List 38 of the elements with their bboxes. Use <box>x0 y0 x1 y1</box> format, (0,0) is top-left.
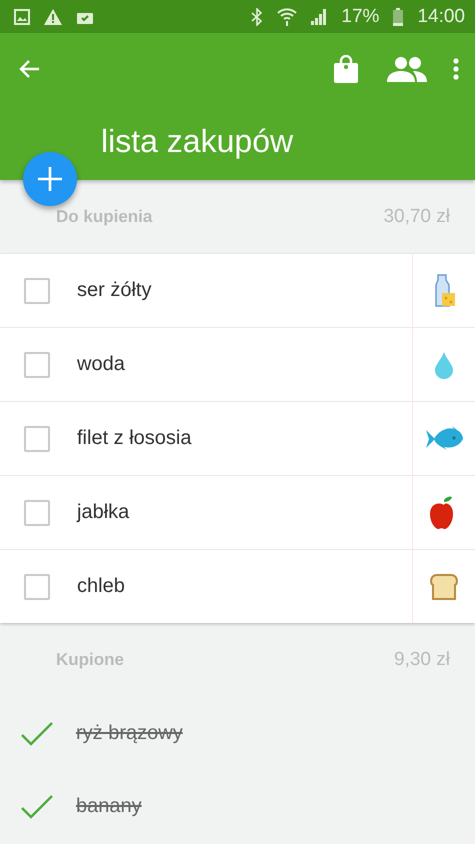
fish-icon <box>425 426 463 452</box>
plus-icon <box>37 166 63 192</box>
item-name: ser żółty <box>77 279 152 302</box>
checkbox[interactable] <box>24 574 50 600</box>
item-name: filet z łososia <box>77 427 192 450</box>
section-title: Kupione <box>56 650 124 670</box>
signal-icon <box>311 8 328 24</box>
section-total: 30,70 zł <box>383 206 450 228</box>
item-name: ryż brązowy <box>76 722 184 745</box>
checkmark-icon[interactable] <box>20 720 54 746</box>
checkbox[interactable] <box>24 426 50 452</box>
checkbox[interactable] <box>24 278 50 304</box>
warning-icon <box>44 8 62 24</box>
bread-icon <box>429 572 459 600</box>
people-icon <box>387 56 427 82</box>
checkbox[interactable] <box>24 352 50 378</box>
checkbox[interactable] <box>24 500 50 526</box>
wifi-icon <box>277 8 298 26</box>
item-name: woda <box>77 353 126 376</box>
item-name: chleb <box>77 575 126 598</box>
add-button[interactable] <box>23 152 77 206</box>
shopping-bag-icon <box>333 55 359 83</box>
item-name: banany <box>76 795 143 818</box>
shopping-bag-button[interactable] <box>333 55 359 83</box>
battery-percent: 17% <box>341 6 380 28</box>
battery-icon <box>393 8 404 26</box>
item-name: jabłka <box>77 501 130 524</box>
people-button[interactable] <box>387 56 427 82</box>
section-total: 9,30 zł <box>394 649 450 671</box>
image-icon <box>14 8 30 24</box>
more-button[interactable] <box>453 58 459 80</box>
list-title: lista zakupów <box>101 122 294 161</box>
clock: 14:00 <box>417 6 465 28</box>
bluetooth-icon <box>251 8 264 26</box>
checkmark-icon[interactable] <box>20 794 54 820</box>
section-title: Do kupienia <box>56 207 152 227</box>
more-icon <box>453 58 459 80</box>
water-drop-icon <box>434 350 454 378</box>
